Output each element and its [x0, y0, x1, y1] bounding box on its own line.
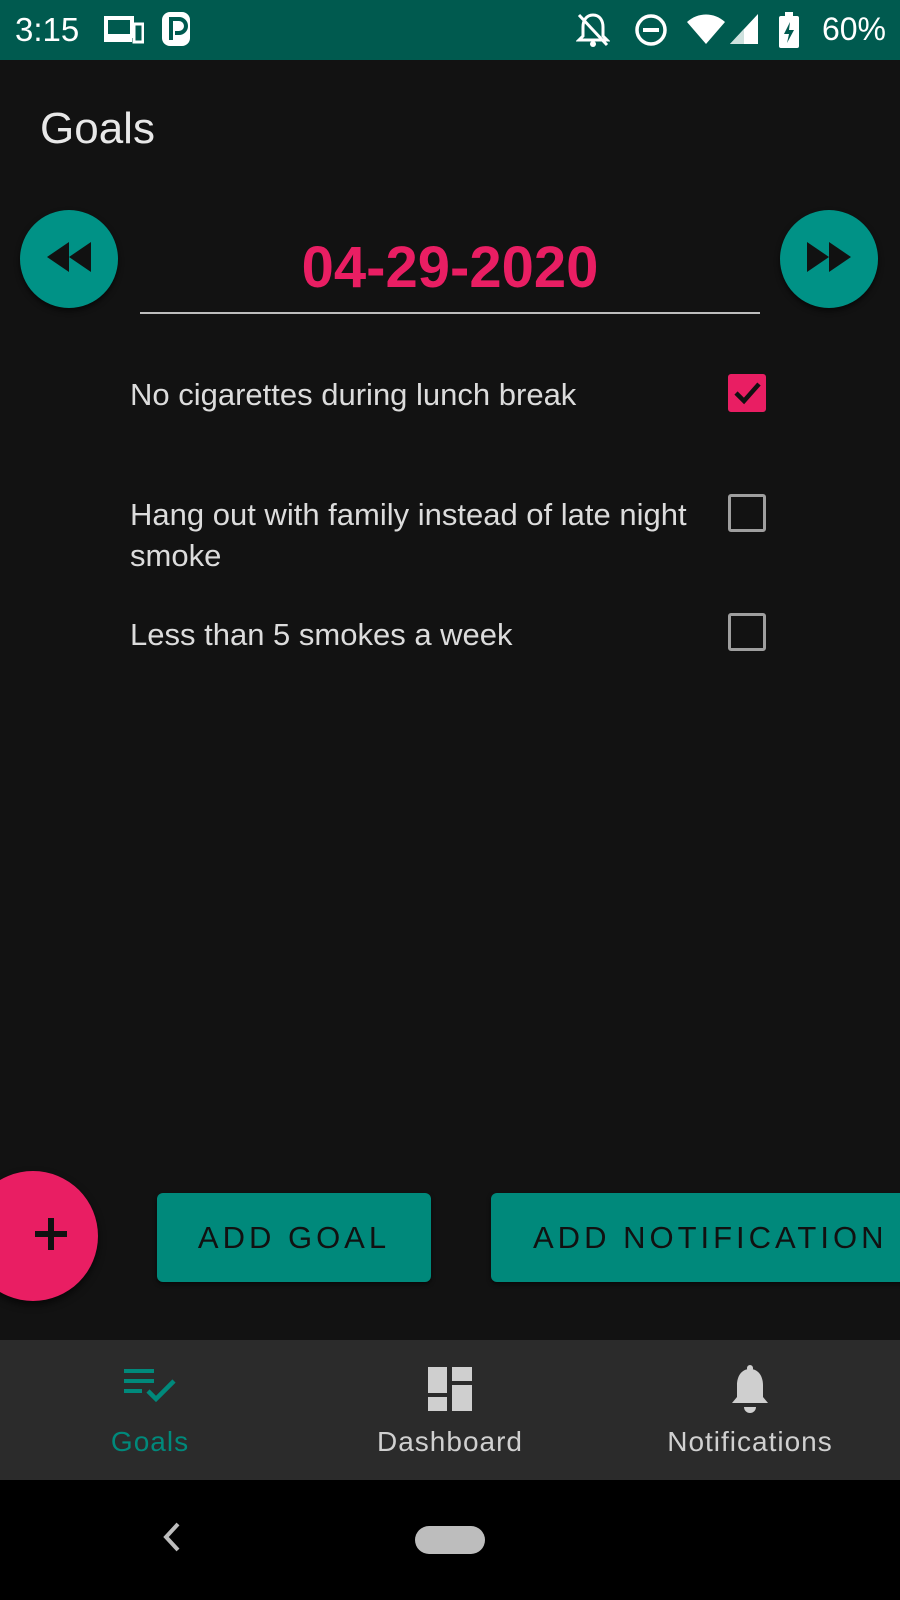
tab-goals[interactable]: Goals: [0, 1340, 300, 1480]
tab-label: Notifications: [667, 1426, 833, 1457]
add-goal-button[interactable]: ADD GOAL: [157, 1193, 431, 1282]
page-title: Goals: [40, 104, 155, 153]
goal-item-text: Hang out with family instead of late nig…: [130, 497, 687, 573]
goal-checkbox[interactable]: [728, 613, 766, 651]
goal-checkbox[interactable]: [728, 374, 766, 412]
add-fab-button[interactable]: [0, 1171, 98, 1301]
previous-date-button[interactable]: [20, 210, 118, 308]
rewind-icon: [45, 240, 93, 279]
battery-percent: 60%: [821, 11, 886, 47]
tab-dashboard[interactable]: Dashboard: [300, 1340, 600, 1480]
notifications-off-icon: [575, 12, 611, 53]
status-bar: 3:15 60%: [0, 0, 900, 60]
battery-charging-icon: [778, 12, 800, 55]
current-date: 04-29-2020: [301, 235, 599, 300]
next-date-button[interactable]: [780, 210, 878, 308]
parking-icon: [162, 12, 192, 53]
tab-notifications[interactable]: Notifications: [600, 1340, 900, 1480]
fast-forward-icon: [805, 240, 853, 279]
goal-checkbox[interactable]: [728, 494, 766, 532]
plus-icon: [33, 1216, 69, 1257]
do-not-disturb-icon: [634, 12, 668, 53]
goal-item-text: Less than 5 smokes a week: [130, 617, 513, 652]
bell-icon: [600, 1365, 900, 1415]
goal-item-text: No cigarettes during lunch break: [130, 377, 577, 412]
back-icon[interactable]: [160, 1520, 184, 1559]
signal-icon: [728, 12, 760, 53]
add-notification-button[interactable]: ADD NOTIFICATION: [491, 1193, 900, 1282]
date-field[interactable]: 04-29-2020: [140, 222, 760, 314]
wifi-icon: [686, 12, 726, 53]
tab-label: Dashboard: [377, 1426, 523, 1457]
check-icon: [734, 382, 761, 405]
playlist-check-icon: [0, 1365, 300, 1405]
bottom-navigation: Goals Dashboard Notifications: [0, 1340, 900, 1480]
tab-label: Goals: [110, 1426, 190, 1457]
dashboard-icon: [300, 1365, 600, 1413]
home-pill-button[interactable]: [415, 1526, 485, 1554]
status-time: 3:15: [15, 11, 80, 48]
devices-icon: [104, 12, 145, 53]
